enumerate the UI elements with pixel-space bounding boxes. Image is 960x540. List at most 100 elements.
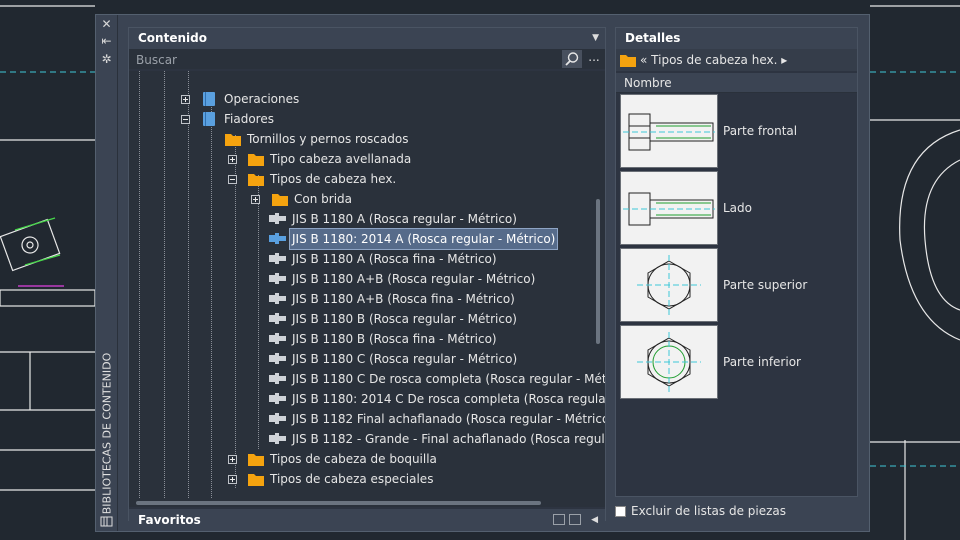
tree-item-label: Fiadores [224,112,274,126]
bolt-icon [267,351,286,367]
tree-item[interactable]: JIS B 1180 B (Rosca fina - Métrico) [267,329,499,349]
tree-item[interactable]: JIS B 1180 B (Rosca regular - Métrico) [267,309,519,329]
collapse-toggle-icon[interactable] [181,115,190,124]
bolt-icon [267,231,286,247]
tree-item-label: JIS B 1180 C (Rosca regular - Métrico) [292,352,518,366]
favorites-collapse-icon[interactable]: ◀ [591,509,598,531]
tree-item[interactable]: Tipos de cabeza de boquilla [247,449,439,469]
search-bar: ... [129,49,605,69]
book-icon [201,111,217,127]
bolt-top-view-icon [620,248,718,322]
view-label: Lado [723,201,752,215]
tree-item-label: Operaciones [224,92,300,106]
tree-item[interactable]: JIS B 1180 A (Rosca fina - Métrico) [267,249,499,269]
expand-toggle-icon[interactable] [228,455,237,464]
view-label: Parte inferior [723,355,801,369]
book-icon [201,91,217,107]
folder-icon [224,131,241,147]
list-view-icon[interactable] [553,514,565,525]
palette-title: BIBLIOTECAS DE CONTENIDO [100,352,114,515]
tree-item-label: Tornillos y pernos roscados [247,132,409,146]
bolt-icon [267,411,286,427]
tree-item[interactable]: JIS B 1180 C (Rosca regular - Métrico) [267,349,519,369]
tree-item[interactable]: JIS B 1182 Final achaflanado (Rosca regu… [267,409,605,429]
tree-item-label: JIS B 1180 B (Rosca regular - Métrico) [292,312,517,326]
breadcrumb-label: « Tipos de cabeza hex. ▸ [640,53,788,67]
bolt-icon [267,211,286,227]
bolt-bottom-view-icon [620,325,718,399]
tree-item-label: JIS B 1182 - Grande - Final achaflanado … [292,432,605,446]
folder-icon [619,52,637,75]
exclude-checkbox[interactable] [615,506,626,517]
tree-item-label: Tipos de cabeza hex. [270,172,397,186]
thumbnail-view-icon[interactable] [569,514,581,525]
tree-item[interactable]: JIS B 1180 A (Rosca regular - Métrico) [267,209,519,229]
tree-item-label: JIS B 1180: 2014 C De rosca completa (Ro… [292,392,605,406]
tree-item-label: Tipo cabeza avellanada [270,152,412,166]
tree-item[interactable]: Tipos de cabeza hex. [247,169,398,189]
expand-toggle-icon[interactable] [228,155,237,164]
details-title: Detalles [625,31,681,45]
library-icon[interactable] [100,515,113,528]
palette-side-strip: ✕ ⇤ ✲ BIBLIOTECAS DE CONTENIDO [96,15,118,531]
content-dropdown-icon[interactable]: ▼ [592,28,599,49]
exclude-label: Excluir de listas de piezas [631,504,787,518]
tree-item[interactable]: JIS B 1182 - Grande - Final achaflanado … [267,429,605,449]
expand-toggle-icon[interactable] [228,475,237,484]
close-icon[interactable]: ✕ [100,18,113,31]
expand-toggle-icon[interactable] [181,95,190,104]
bolt-icon [267,271,286,287]
content-palette: ✕ ⇤ ✲ BIBLIOTECAS DE CONTENIDO Contenido… [95,14,870,532]
folder-icon [271,191,288,207]
content-header: Contenido ▼ [129,28,605,49]
bolt-icon [267,331,286,347]
tree-item[interactable]: JIS B 1180 A+B (Rosca fina - Métrico) [267,289,517,309]
tree-item[interactable]: Fiadores [201,109,276,129]
tree-item[interactable]: Tornillos y pernos roscados [224,129,410,149]
exclude-from-parts-list[interactable]: Excluir de listas de piezas [615,505,815,521]
column-header-name[interactable]: Nombre [616,73,857,93]
view-item-side[interactable]: Lado [620,171,850,245]
bolt-icon [267,311,286,327]
expand-toggle-icon[interactable] [251,195,260,204]
tree-item[interactable]: JIS B 1180 A+B (Rosca regular - Métrico) [267,269,537,289]
favorites-bar: Favoritos ◀ [129,509,605,531]
content-pane: Contenido ▼ ... Operaciones Fiadores Torni… [128,27,606,531]
favorites-label: Favoritos [138,513,201,527]
tree-item-label: JIS B 1180 C De rosca completa (Rosca re… [292,372,605,386]
search-icon[interactable] [562,50,582,68]
tree-item-label: JIS B 1180 A (Rosca regular - Métrico) [292,212,517,226]
tree-item[interactable]: JIS B 1180 C De rosca completa (Rosca re… [267,369,605,389]
tree-item-label: Con brida [294,192,352,206]
tree-item-label: JIS B 1180 A (Rosca fina - Métrico) [292,252,497,266]
more-options-button[interactable]: ... [584,50,604,68]
tree-item[interactable]: JIS B 1180: 2014 C De rosca completa (Ro… [267,389,605,409]
view-label: Parte superior [723,278,808,292]
tree-item-label: JIS B 1180 A+B (Rosca regular - Métrico) [292,272,536,286]
tree-item-label: JIS B 1180 B (Rosca fina - Métrico) [292,332,497,346]
folder-icon [247,451,264,467]
tree-item[interactable]: JIS B 1180: 2014 A (Rosca regular - Métr… [267,228,559,250]
folder-icon [247,471,264,487]
bolt-icon [267,371,286,387]
tree-item[interactable]: Tipos de cabeza especiales [247,469,435,489]
view-item-front[interactable]: Parte frontal [620,94,850,168]
content-tree: Operaciones Fiadores Tornillos y pernos ro… [129,71,605,498]
view-item-top[interactable]: Parte superior [620,248,850,322]
search-input[interactable] [131,50,568,69]
bolt-icon [267,391,286,407]
tree-horizontal-scrollbar[interactable] [129,498,605,507]
bolt-front-view-icon [620,94,718,168]
details-header: Detalles [616,28,857,49]
breadcrumb[interactable]: « Tipos de cabeza hex. ▸ [616,49,857,71]
bolt-icon [267,431,286,447]
collapse-icon[interactable]: ⇤ [100,35,113,48]
bolt-icon [267,291,286,307]
settings-icon[interactable]: ✲ [100,53,113,66]
tree-item[interactable]: Con brida [271,189,354,209]
view-item-bottom[interactable]: Parte inferior [620,325,850,399]
collapse-toggle-icon[interactable] [228,175,237,184]
bolt-icon [267,251,286,267]
tree-item[interactable]: Tipo cabeza avellanada [247,149,413,169]
tree-item[interactable]: Operaciones [201,89,301,109]
